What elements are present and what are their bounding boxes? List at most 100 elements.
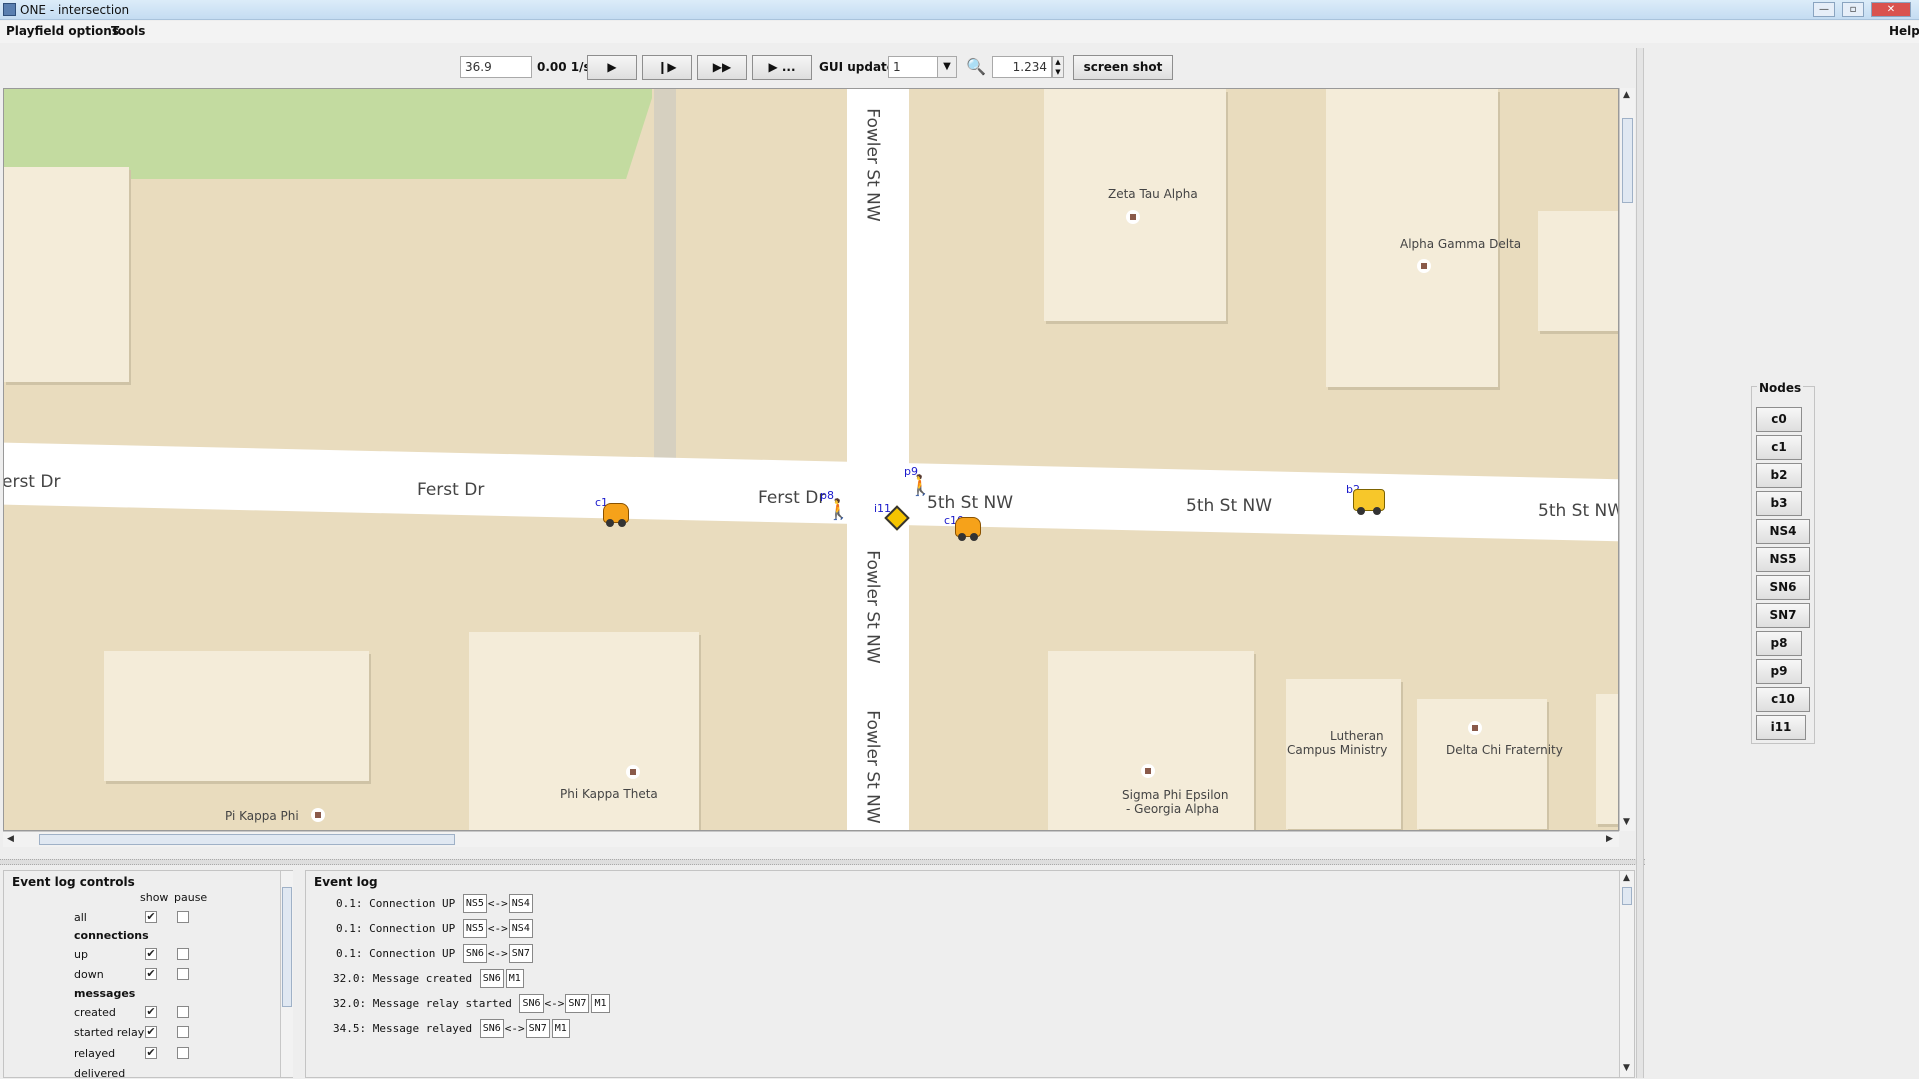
- bus-node-b2[interactable]: [1353, 489, 1385, 515]
- log-node-chip[interactable]: SN7: [508, 944, 533, 963]
- pause-created-checkbox[interactable]: [177, 1006, 189, 1018]
- map-vertical-scrollbar[interactable]: ▲ ▼: [1619, 88, 1635, 831]
- pedestrian-icon[interactable]: 🚶: [826, 497, 851, 521]
- log-time: 0.1:: [336, 897, 363, 910]
- chevron-down-icon[interactable]: ▼: [937, 56, 957, 78]
- playfield-map[interactable]: erst Dr Ferst Dr Ferst Dr 5th St NW 5th …: [3, 88, 1619, 831]
- run-until-button[interactable]: ▶ ...: [752, 55, 812, 80]
- poi-marker[interactable]: [1417, 259, 1431, 273]
- poi-marker[interactable]: [626, 765, 640, 779]
- show-all-checkbox[interactable]: ✔: [145, 911, 157, 923]
- nodes-panel-title: Nodes: [1757, 381, 1804, 395]
- scroll-up-icon[interactable]: ▲: [1623, 873, 1630, 883]
- building: [1417, 699, 1547, 829]
- menu-bar: Playfield options Tools Help: [0, 21, 1919, 43]
- log-message-chip[interactable]: M1: [591, 994, 610, 1013]
- pause-up-checkbox[interactable]: [177, 948, 189, 960]
- scroll-left-icon[interactable]: ◀: [7, 834, 14, 844]
- log-message-chip[interactable]: M1: [551, 1019, 570, 1038]
- fast-forward-button[interactable]: ▶▶: [697, 55, 747, 80]
- log-text: Connection UP: [369, 922, 456, 935]
- street-label: 5th St NW: [1186, 496, 1273, 516]
- poi-marker[interactable]: [1141, 764, 1155, 778]
- log-line: 0.1: Connection UP NS5 <-> NS4: [336, 919, 534, 938]
- log-text: Message relayed: [372, 1022, 473, 1035]
- scroll-thumb[interactable]: [1622, 887, 1632, 905]
- menu-help[interactable]: Help: [1889, 24, 1919, 38]
- event-log-pane: Event log 0.1: Connection UP NS5 <-> NS4 0…: [305, 870, 1635, 1078]
- gui-update-select[interactable]: 1: [888, 56, 938, 78]
- node-button-c0[interactable]: c0: [1756, 407, 1802, 432]
- poi-marker[interactable]: [311, 808, 325, 822]
- log-message-chip[interactable]: M1: [505, 969, 524, 988]
- log-time: 32.0:: [333, 997, 367, 1010]
- scroll-up-icon[interactable]: ▲: [1623, 90, 1630, 100]
- show-started-relay-checkbox[interactable]: ✔: [145, 1026, 157, 1038]
- split-divider[interactable]: [0, 859, 1645, 865]
- log-node-chip[interactable]: NS4: [508, 919, 533, 938]
- node-button-sn7[interactable]: SN7: [1756, 603, 1810, 628]
- minimize-button[interactable]: —: [1813, 2, 1835, 17]
- log-node-chip[interactable]: SN6: [479, 969, 504, 988]
- show-up-checkbox[interactable]: ✔: [145, 948, 157, 960]
- close-button[interactable]: ✕: [1871, 2, 1911, 17]
- node-button-p8[interactable]: p8: [1756, 631, 1802, 656]
- log-node-chip[interactable]: SN7: [525, 1019, 550, 1038]
- step-button[interactable]: ❙▶: [642, 55, 692, 80]
- maximize-button[interactable]: ▫: [1842, 2, 1864, 17]
- zoom-stepper[interactable]: ▲ ▼: [1052, 56, 1064, 78]
- screenshot-button[interactable]: screen shot: [1073, 55, 1173, 80]
- log-node-chip[interactable]: SN6: [462, 944, 487, 963]
- sim-toolbar: 36.9 0.00 1/s ▶ ❙▶ ▶▶ ▶ ... GUI update: …: [0, 46, 1645, 86]
- zoom-icon: 🔍: [966, 57, 986, 76]
- log-scrollbar[interactable]: ▲ ▼: [1619, 871, 1634, 1077]
- map-horizontal-scrollbar[interactable]: ◀ ▶: [3, 831, 1619, 847]
- pause-started-relay-checkbox[interactable]: [177, 1026, 189, 1038]
- log-node-chip[interactable]: SN6: [519, 994, 544, 1013]
- scroll-thumb[interactable]: [39, 834, 455, 845]
- pause-down-checkbox[interactable]: [177, 968, 189, 980]
- show-down-checkbox[interactable]: ✔: [145, 968, 157, 980]
- scroll-right-icon[interactable]: ▶: [1606, 834, 1613, 844]
- node-button-ns4[interactable]: NS4: [1756, 519, 1810, 544]
- node-button-ns5[interactable]: NS5: [1756, 547, 1810, 572]
- side-path: [654, 89, 676, 469]
- scroll-thumb[interactable]: [282, 887, 292, 1007]
- log-sep: <->: [504, 1022, 525, 1035]
- log-time: 0.1:: [336, 947, 363, 960]
- node-button-c1[interactable]: c1: [1756, 435, 1802, 460]
- log-node-chip[interactable]: SN6: [479, 1019, 504, 1038]
- pause-relayed-checkbox[interactable]: [177, 1047, 189, 1059]
- show-created-checkbox[interactable]: ✔: [145, 1006, 157, 1018]
- pause-all-checkbox[interactable]: [177, 911, 189, 923]
- log-node-chip[interactable]: NS5: [462, 894, 487, 913]
- node-button-sn6[interactable]: SN6: [1756, 575, 1810, 600]
- car-node-c10[interactable]: [955, 517, 981, 541]
- node-button-b3[interactable]: b3: [1756, 491, 1802, 516]
- controls-scrollbar[interactable]: [280, 871, 293, 1077]
- play-button[interactable]: ▶: [587, 55, 637, 80]
- log-node-chip[interactable]: SN7: [565, 994, 590, 1013]
- node-button-b2[interactable]: b2: [1756, 463, 1802, 488]
- node-button-p9[interactable]: p9: [1756, 659, 1802, 684]
- pedestrian-icon[interactable]: 🚶: [908, 473, 933, 497]
- log-node-chip[interactable]: NS4: [508, 894, 533, 913]
- poi-marker[interactable]: [1126, 210, 1140, 224]
- show-relayed-checkbox[interactable]: ✔: [145, 1047, 157, 1059]
- node-button-c10[interactable]: c10: [1756, 687, 1810, 712]
- side-divider[interactable]: [1636, 48, 1644, 1078]
- car-node-c1[interactable]: [603, 503, 629, 527]
- app-icon: [3, 3, 16, 16]
- sim-time-field[interactable]: 36.9: [460, 56, 532, 78]
- node-button-i11[interactable]: i11: [1756, 715, 1806, 740]
- building: [104, 651, 369, 781]
- scroll-down-icon[interactable]: ▼: [1623, 1063, 1630, 1073]
- scroll-thumb[interactable]: [1622, 118, 1633, 203]
- scroll-down-icon[interactable]: ▼: [1623, 817, 1630, 827]
- zoom-field[interactable]: 1.234: [992, 56, 1052, 78]
- building: [1596, 694, 1618, 824]
- poi-marker[interactable]: [1468, 721, 1482, 735]
- menu-playfield-options[interactable]: Playfield options: [6, 24, 119, 38]
- log-node-chip[interactable]: NS5: [462, 919, 487, 938]
- menu-tools[interactable]: Tools: [111, 24, 145, 38]
